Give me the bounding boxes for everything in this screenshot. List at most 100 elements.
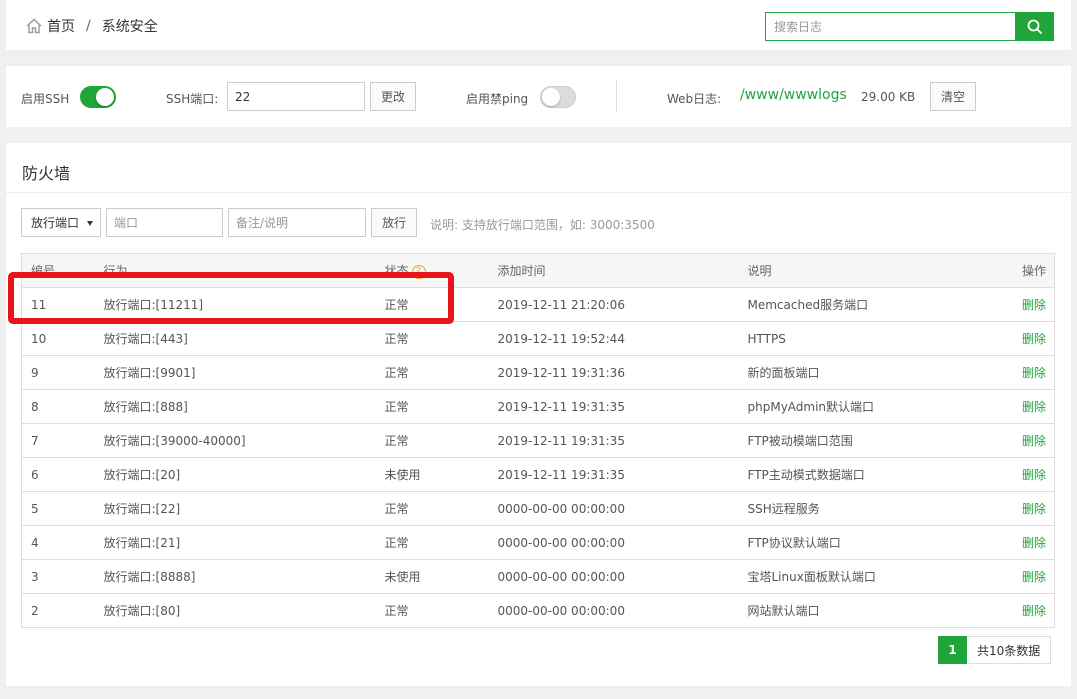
col-action: 行为: [94, 253, 376, 288]
cell-time: 0000-00-00 00:00:00: [488, 559, 739, 594]
table-header-row: 编号 行为 状态? 添加时间 说明 操作: [21, 253, 1055, 288]
delete-link[interactable]: 删除: [958, 525, 1055, 560]
ssh-settings-bar: 启用SSH SSH端口: 更改 启用禁ping Web日志: /www/wwwl…: [6, 66, 1071, 127]
chevron-down-icon: [87, 221, 93, 226]
table-row: 7 放行端口:[39000-40000] 正常 2019-12-11 19:31…: [21, 423, 1055, 458]
cell-action: 放行端口:[21]: [94, 525, 376, 560]
col-id: 编号: [21, 253, 95, 288]
table-row: 10 放行端口:[443] 正常 2019-12-11 19:52:44 HTT…: [21, 321, 1055, 356]
hint-text: 说明: 支持放行端口范围，如: 3000:3500: [430, 218, 655, 232]
cell-desc: FTP协议默认端口: [738, 525, 959, 560]
col-status: 状态?: [375, 253, 489, 288]
cell-time: 0000-00-00 00:00:00: [488, 593, 739, 628]
cell-time: 2019-12-11 19:31:35: [488, 457, 739, 492]
clear-log-button[interactable]: 清空: [930, 82, 976, 111]
weblog-path-link[interactable]: /www/wwwlogs: [740, 87, 847, 103]
cell-status: 正常: [375, 321, 489, 356]
cell-status: 未使用: [375, 457, 489, 492]
cell-id: 2: [21, 593, 95, 628]
log-search: [765, 12, 1054, 41]
delete-link[interactable]: 删除: [958, 593, 1055, 628]
cell-desc: HTTPS: [738, 321, 959, 356]
cell-status: 正常: [375, 287, 489, 322]
cell-action: 放行端口:[20]: [94, 457, 376, 492]
delete-link[interactable]: 删除: [958, 423, 1055, 458]
toggle-knob: [96, 88, 114, 106]
delete-link[interactable]: 删除: [958, 389, 1055, 424]
enable-ssh-toggle[interactable]: [80, 86, 116, 108]
rule-type-value: 放行端口: [31, 216, 80, 230]
table-row: 8 放行端口:[888] 正常 2019-12-11 19:31:35 phpM…: [21, 389, 1055, 424]
cell-status: 正常: [375, 593, 489, 628]
cell-action: 放行端口:[11211]: [94, 287, 376, 322]
cell-time: 0000-00-00 00:00:00: [488, 525, 739, 560]
search-button[interactable]: [1015, 12, 1054, 41]
table-row: 5 放行端口:[22] 正常 0000-00-00 00:00:00 SSH远程…: [21, 491, 1055, 526]
home-icon[interactable]: [25, 17, 43, 35]
disable-ping-label: 启用禁ping: [466, 92, 529, 106]
search-icon: [1027, 19, 1042, 34]
cell-id: 8: [21, 389, 95, 424]
cell-id: 9: [21, 355, 95, 390]
cell-id: 3: [21, 559, 95, 594]
delete-link[interactable]: 删除: [958, 355, 1055, 390]
breadcrumb-separator: /: [86, 18, 91, 34]
ssh-port-input[interactable]: [227, 82, 365, 111]
note-input[interactable]: [228, 208, 366, 237]
divider: [616, 80, 617, 112]
firewall-table: 编号 行为 状态? 添加时间 说明 操作 11 放行端口:[11211] 正常 …: [21, 253, 1055, 628]
divider: [6, 192, 1071, 193]
table-row: 9 放行端口:[9901] 正常 2019-12-11 19:31:36 新的面…: [21, 355, 1055, 390]
breadcrumb-current: 系统安全: [101, 19, 158, 35]
delete-link[interactable]: 删除: [958, 491, 1055, 526]
cell-status: 正常: [375, 355, 489, 390]
table-row: 11 放行端口:[11211] 正常 2019-12-11 21:20:06 M…: [21, 287, 1055, 322]
cell-status: 正常: [375, 389, 489, 424]
breadcrumb: 首页 / 系统安全: [25, 16, 158, 36]
weblog-label: Web日志:: [667, 92, 722, 106]
cell-action: 放行端口:[888]: [94, 389, 376, 424]
firewall-title: 防火墙: [22, 164, 71, 183]
allow-port-button[interactable]: 放行: [371, 208, 417, 237]
table-row: 2 放行端口:[80] 正常 0000-00-00 00:00:00 网站默认端…: [21, 593, 1055, 628]
cell-action: 放行端口:[39000-40000]: [94, 423, 376, 458]
top-bar: 首页 / 系统安全: [6, 0, 1071, 50]
port-input[interactable]: [106, 208, 223, 237]
cell-action: 放行端口:[8888]: [94, 559, 376, 594]
enable-ssh-label: 启用SSH: [21, 92, 70, 106]
page-total: 共10条数据: [967, 636, 1052, 664]
toggle-knob: [542, 88, 560, 106]
delete-link[interactable]: 删除: [958, 287, 1055, 322]
firewall-panel: 防火墙 放行端口 放行 说明: 支持放行端口范围，如: 3000:3500 编号…: [6, 143, 1071, 686]
rule-type-select[interactable]: 放行端口: [21, 208, 101, 237]
delete-link[interactable]: 删除: [958, 559, 1055, 594]
cell-desc: phpMyAdmin默认端口: [738, 389, 959, 424]
change-port-button[interactable]: 更改: [370, 82, 416, 111]
page-current[interactable]: 1: [938, 636, 967, 664]
col-time: 添加时间: [488, 253, 739, 288]
table-row: 4 放行端口:[21] 正常 0000-00-00 00:00:00 FTP协议…: [21, 525, 1055, 560]
cell-time: 2019-12-11 19:31:35: [488, 389, 739, 424]
table-row: 3 放行端口:[8888] 未使用 0000-00-00 00:00:00 宝塔…: [21, 559, 1055, 594]
cell-status: 正常: [375, 423, 489, 458]
cell-desc: 宝塔Linux面板默认端口: [738, 559, 959, 594]
disable-ping-toggle[interactable]: [540, 86, 576, 108]
cell-action: 放行端口:[80]: [94, 593, 376, 628]
cell-id: 11: [21, 287, 95, 322]
cell-id: 6: [21, 457, 95, 492]
help-icon[interactable]: ?: [411, 264, 426, 279]
cell-id: 7: [21, 423, 95, 458]
ssh-port-label: SSH端口:: [166, 92, 219, 106]
cell-id: 5: [21, 491, 95, 526]
breadcrumb-home[interactable]: 首页: [47, 16, 75, 36]
col-desc: 说明: [738, 253, 959, 288]
cell-time: 2019-12-11 19:52:44: [488, 321, 739, 356]
cell-desc: Memcached服务端口: [738, 287, 959, 322]
cell-time: 0000-00-00 00:00:00: [488, 491, 739, 526]
cell-time: 2019-12-11 19:31:36: [488, 355, 739, 390]
delete-link[interactable]: 删除: [958, 457, 1055, 492]
delete-link[interactable]: 删除: [958, 321, 1055, 356]
search-input[interactable]: [765, 12, 1015, 41]
cell-desc: 网站默认端口: [738, 593, 959, 628]
cell-status: 正常: [375, 525, 489, 560]
